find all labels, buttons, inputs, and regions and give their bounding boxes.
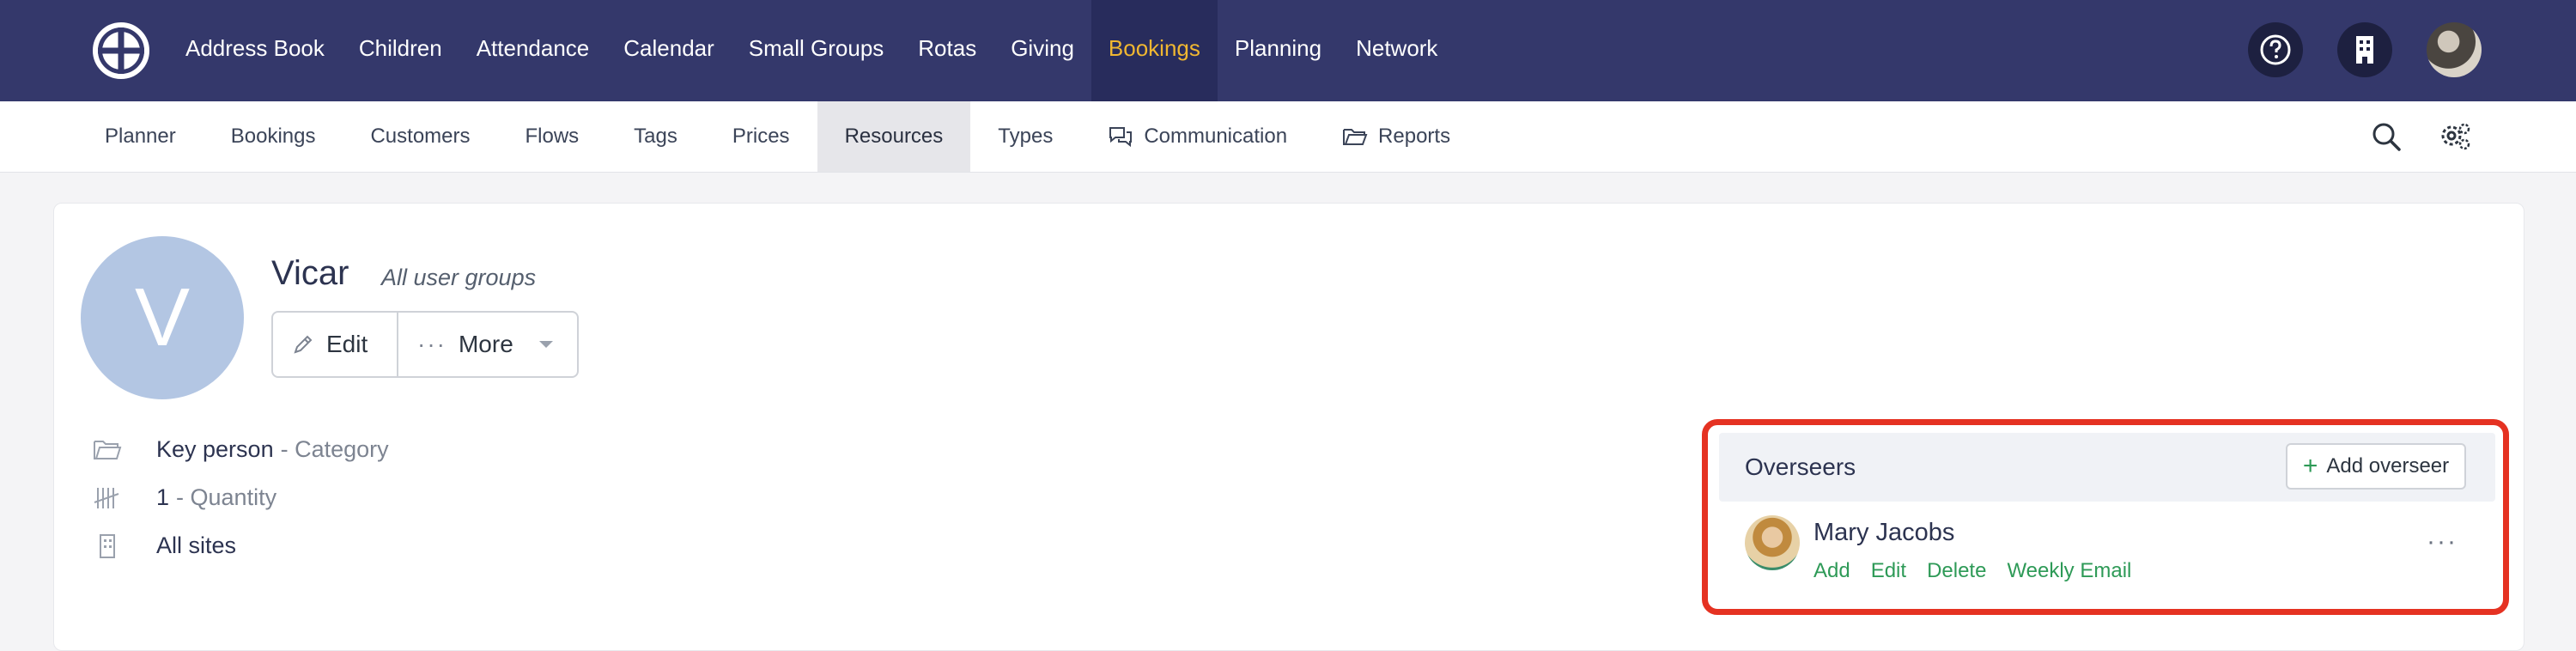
user-avatar[interactable]: [2427, 22, 2482, 77]
subnav-label: Resources: [844, 125, 944, 148]
topnav-network[interactable]: Network: [1339, 0, 1455, 101]
more-dropdown-button[interactable]: ··· More: [398, 313, 574, 376]
topnav-calendar[interactable]: Calendar: [606, 0, 732, 101]
caret-down-icon: [538, 341, 553, 348]
topnav-address-book[interactable]: Address Book: [168, 0, 342, 101]
ellipsis-icon: ···: [417, 331, 447, 357]
subnav-types[interactable]: Types: [970, 101, 1080, 172]
organisation-button[interactable]: [2337, 22, 2392, 77]
subnav-label: Tags: [634, 125, 677, 148]
subnav-resources[interactable]: Resources: [817, 101, 971, 172]
subnav-reports[interactable]: Reports: [1315, 101, 1478, 172]
subnav-label: Customers: [370, 125, 471, 148]
category-row: Key person - Category: [93, 436, 389, 463]
resource-title: Vicar: [271, 254, 349, 292]
edit-button[interactable]: Edit: [273, 313, 398, 376]
topnav-planning[interactable]: Planning: [1218, 0, 1339, 101]
app-logo-icon[interactable]: [93, 22, 149, 79]
subnav-customers[interactable]: Customers: [343, 101, 497, 172]
topnav-small-groups[interactable]: Small Groups: [732, 0, 902, 101]
resource-action-buttons: Edit ··· More: [271, 311, 579, 378]
overseers-highlight-box: [1702, 419, 2509, 615]
subnav-label: Prices: [732, 125, 790, 148]
subnav-label: Planner: [105, 125, 176, 148]
sub-navigation-bar: Planner Bookings Customers Flows Tags Pr…: [0, 101, 2576, 173]
tally-icon: [94, 487, 119, 508]
topnav-attendance[interactable]: Attendance: [459, 0, 607, 101]
topnav-giving[interactable]: Giving: [993, 0, 1091, 101]
resource-avatar: V: [81, 236, 244, 399]
building-icon: [100, 533, 115, 558]
topnav-bookings[interactable]: Bookings: [1091, 0, 1218, 101]
subnav-label: Communication: [1144, 125, 1288, 148]
subnav-label: Flows: [525, 125, 580, 148]
sites-row: All sites: [93, 532, 236, 559]
subnav-label: Types: [998, 125, 1054, 148]
topnav-rotas[interactable]: Rotas: [901, 0, 993, 101]
folder-icon: [94, 440, 122, 459]
sites-value: All sites: [156, 532, 237, 558]
settings-gears-icon[interactable]: [2437, 119, 2473, 155]
help-button[interactable]: [2248, 22, 2303, 77]
pencil-icon: [294, 335, 313, 354]
help-icon: [2260, 34, 2291, 65]
edit-label: Edit: [326, 331, 368, 357]
subnav-label: Reports: [1378, 125, 1451, 148]
building-icon: [2356, 36, 2373, 64]
subnav-flows[interactable]: Flows: [498, 101, 607, 172]
category-label: - Category: [280, 436, 389, 462]
quantity-label: - Quantity: [176, 484, 277, 510]
subnav-label: Bookings: [230, 125, 316, 148]
quantity-row: 1 - Quantity: [93, 484, 276, 511]
quantity-value: 1: [156, 484, 170, 510]
more-label: More: [458, 331, 513, 357]
topnav-children[interactable]: Children: [342, 0, 459, 101]
subnav-tags[interactable]: Tags: [606, 101, 705, 172]
subnav-prices[interactable]: Prices: [705, 101, 817, 172]
chat-bubbles-icon: [1109, 127, 1133, 148]
resource-user-groups: All user groups: [381, 265, 537, 290]
subnav-communication[interactable]: Communication: [1080, 101, 1315, 172]
subnav-planner[interactable]: Planner: [77, 101, 204, 172]
category-value: Key person: [156, 436, 274, 462]
subnav-bookings[interactable]: Bookings: [204, 101, 343, 172]
top-navigation-bar: Address Book Children Attendance Calenda…: [0, 0, 2576, 101]
folder-open-icon: [1343, 129, 1368, 145]
search-icon[interactable]: [2368, 119, 2404, 155]
